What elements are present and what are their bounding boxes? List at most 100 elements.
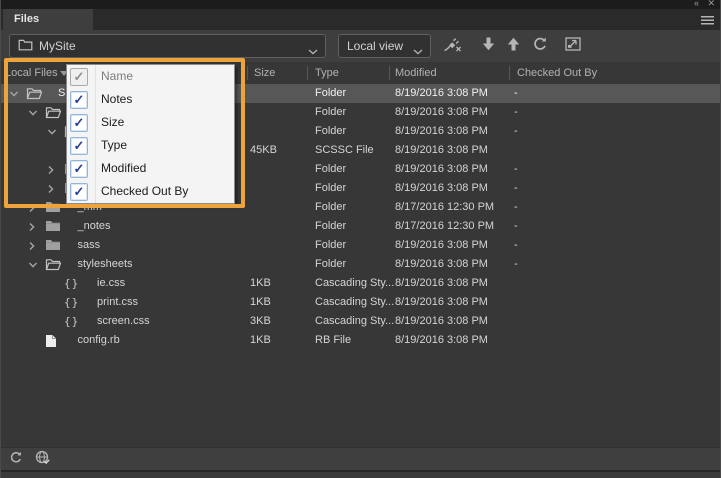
tab-files[interactable]: Files [3,9,93,30]
folder-icon [18,39,33,54]
modified-cell: 8/17/2016 12:30 PM [395,201,495,213]
checkbox-icon[interactable]: ✓ [70,182,88,201]
menu-item[interactable]: ✓ Modified [67,157,234,180]
expand-panel-button[interactable] [562,36,584,55]
table-row[interactable]: stylesheets Folder 8/19/2016 3:08 PM - [1,255,720,274]
chevron-down-icon[interactable] [9,89,20,100]
table-row[interactable]: {} print.css 1KB Cascading Sty... 8/19/2… [1,293,720,312]
checked-out-cell: - [514,239,518,251]
size-cell: 1KB [250,277,271,289]
modified-cell: 8/19/2016 3:08 PM [395,296,488,308]
type-cell: Cascading Sty... [315,315,395,327]
checked-out-cell: - [514,163,518,175]
chevron-down-icon[interactable] [47,127,58,138]
modified-cell: 8/19/2016 3:08 PM [395,239,488,251]
column-header-modified[interactable]: Modified [395,67,437,79]
column-header-size[interactable]: Size [254,67,275,79]
modified-cell: 8/19/2016 3:08 PM [395,334,488,346]
view-dropdown-value: Local view [347,39,404,53]
checked-out-cell: - [514,201,518,213]
collapse-double-arrow-icon[interactable]: « [694,0,699,8]
type-cell: Folder [315,182,347,194]
modified-cell: 8/17/2016 12:30 PM [395,220,495,232]
checkbox-icon[interactable]: ✓ [70,159,88,178]
type-cell: Cascading Sty... [315,277,395,289]
column-header-local-files[interactable]: Local Files [5,67,58,79]
chevron-right-icon[interactable] [28,222,39,233]
synchronize-button[interactable] [34,450,52,470]
folder-open-icon [45,106,63,120]
no-expander [47,279,58,290]
chevron-down-icon [413,44,423,58]
column-header-type[interactable]: Type [315,67,339,79]
menu-item[interactable]: ✓ Checked Out By [67,180,234,203]
close-icon[interactable]: ✕ [707,0,715,8]
table-row[interactable]: {} ie.css 1KB Cascading Sty... 8/19/2016… [1,274,720,293]
size-cell: 45KB [250,144,277,156]
chevron-right-icon[interactable] [47,165,58,176]
modified-cell: 8/19/2016 3:08 PM [395,144,488,156]
column-options-context-menu: ✓ Name ✓ Notes ✓ Size ✓ Type ✓ Modified … [66,64,235,204]
column-header-checked-out-by[interactable]: Checked Out By [517,67,597,79]
no-expander [47,298,58,309]
braces-icon: {} [64,296,80,309]
checked-out-cell: - [514,258,518,270]
check-mark-icon: ✓ [73,138,85,153]
table-row[interactable]: {} screen.css 3KB Cascading Sty... 8/19/… [1,312,720,331]
folder-closed-icon [45,239,63,253]
checked-out-cell: - [514,182,518,194]
menu-item[interactable]: ✓ Size [67,111,234,134]
view-dropdown[interactable]: Local view [338,34,431,58]
modified-cell: 8/19/2016 3:08 PM [395,106,488,118]
down-arrow-icon [482,37,495,56]
file-name: config.rb [77,334,120,346]
type-cell: SCSSC File [315,144,374,156]
menu-item[interactable]: ✓ Type [67,134,234,157]
type-cell: Folder [315,125,347,137]
type-cell: Folder [315,87,347,99]
checkbox-icon[interactable]: ✓ [70,90,88,109]
chevron-down-icon[interactable] [28,108,39,119]
check-mark-icon: ✓ [73,69,85,84]
put-files-button[interactable] [502,37,524,55]
chevron-right-icon[interactable] [28,241,39,252]
column-divider [389,66,390,80]
chevron-right-icon[interactable] [28,203,39,214]
folder-open-icon [45,258,63,272]
refresh-icon [9,451,22,469]
menu-item[interactable]: ✓ Notes [67,88,234,111]
connect-remote-server-button[interactable] [441,37,463,55]
folder-closed-icon [45,220,63,234]
toolbar: MySite Local view [1,30,720,62]
checkbox-icon[interactable]: ✓ [70,113,88,132]
file-name: stylesheets [77,258,133,270]
get-files-button[interactable] [477,37,499,55]
type-cell: Folder [315,106,347,118]
column-divider [247,66,248,80]
modified-cell: 8/19/2016 3:08 PM [395,182,488,194]
menu-items-host: ✓ Name ✓ Notes ✓ Size ✓ Type ✓ Modified … [67,65,234,203]
column-divider [509,66,510,80]
menu-item: ✓ Name [67,65,234,88]
type-cell: Folder [315,201,347,213]
checkbox-icon[interactable]: ✓ [70,136,88,155]
table-row[interactable]: config.rb 1KB RB File 8/19/2016 3:08 PM [1,331,720,350]
site-dropdown[interactable]: MySite [9,34,326,58]
column-divider [307,66,308,80]
chevron-right-icon[interactable] [47,184,58,195]
file-name: ie.css [97,277,126,289]
type-cell: Folder [315,258,347,270]
globe-check-icon [35,450,51,470]
menu-item-label: Notes [101,92,133,106]
braces-icon: {} [64,315,80,328]
chevron-down-icon[interactable] [28,260,39,271]
table-row[interactable]: sass Folder 8/19/2016 3:08 PM - [1,236,720,255]
refresh-button[interactable] [528,37,550,55]
hamburger-menu-icon[interactable] [701,16,714,25]
type-cell: Cascading Sty... [315,296,395,308]
checked-out-cell: - [514,106,518,118]
folder-closed-icon [45,201,63,215]
table-row[interactable]: _notes Folder 8/17/2016 12:30 PM - [1,217,720,236]
refresh-button[interactable] [6,451,24,468]
checked-out-cell: - [514,125,518,137]
